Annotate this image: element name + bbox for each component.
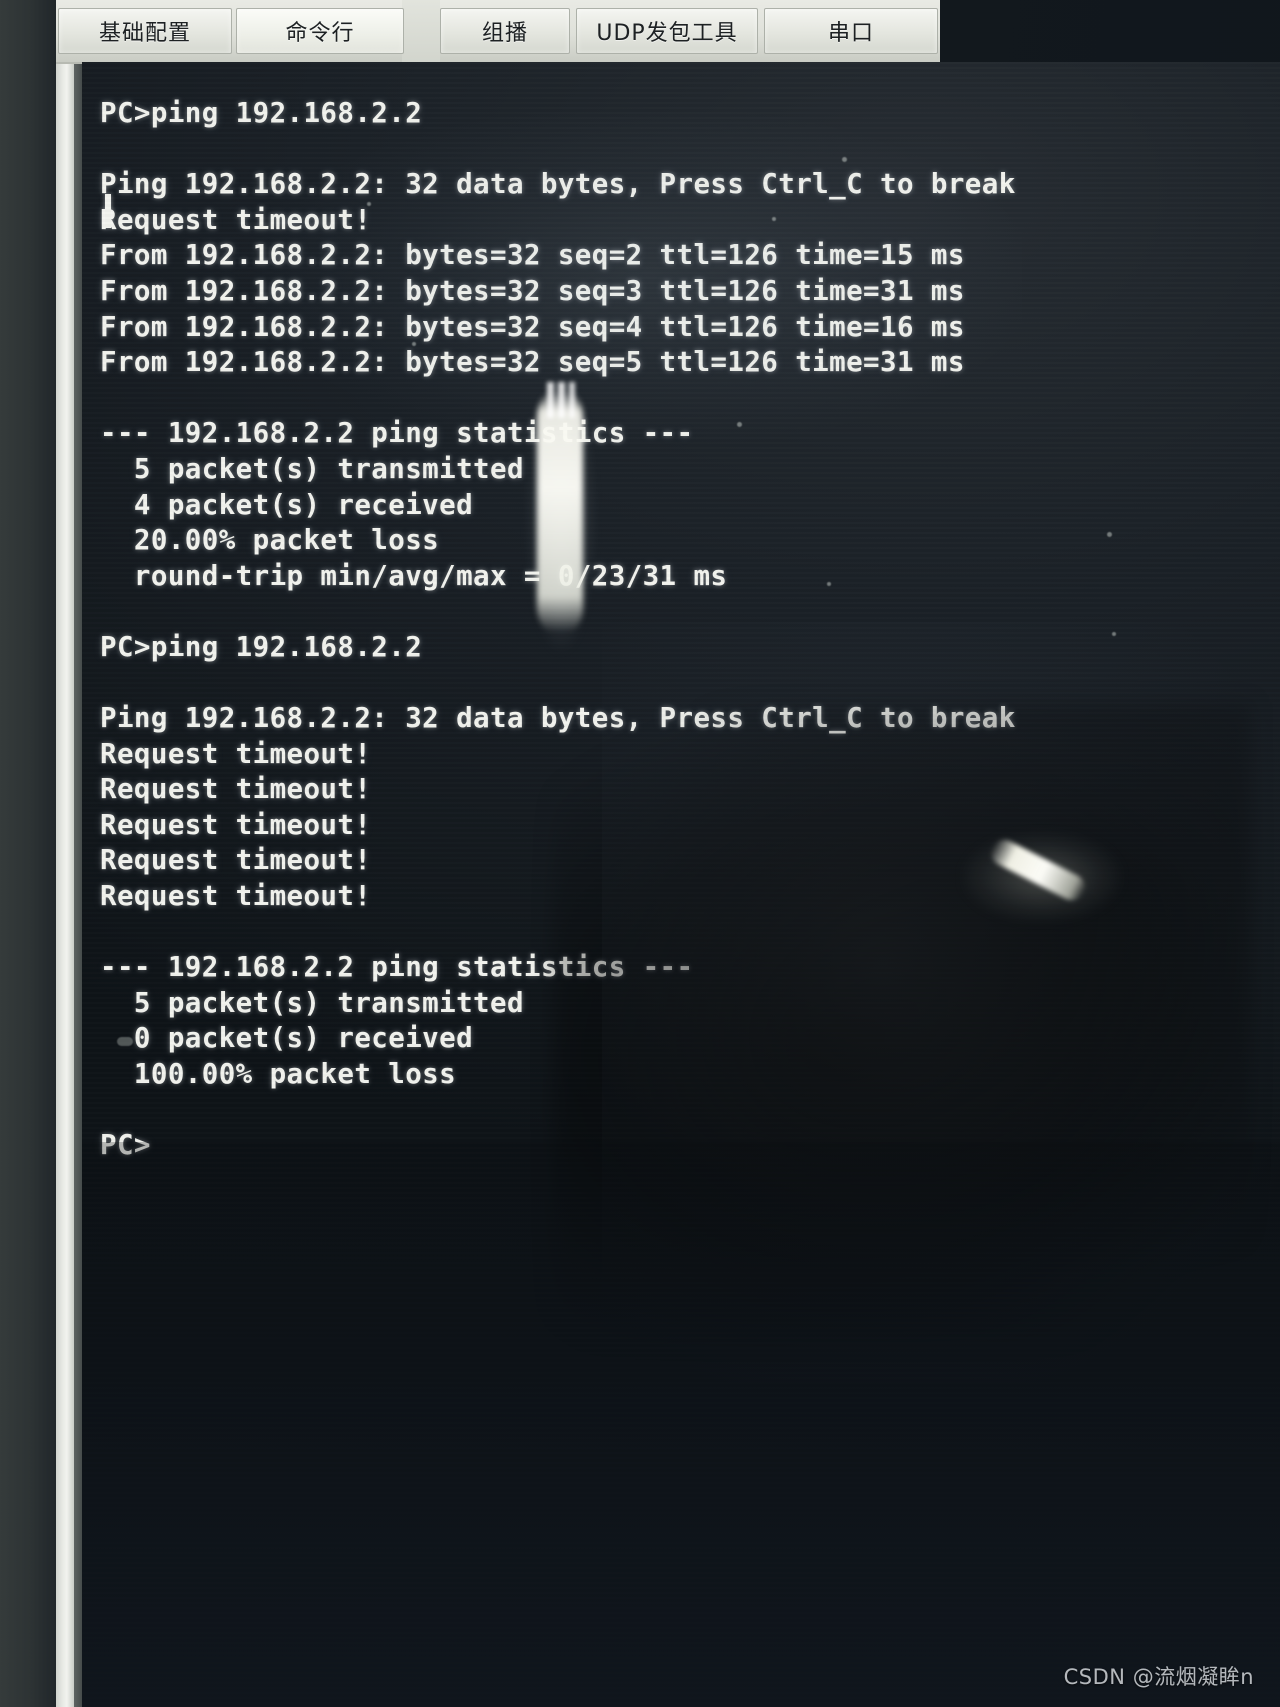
- terminal-line: 5 packet(s) transmitted: [100, 986, 524, 1019]
- terminal-line: Request timeout!: [100, 773, 372, 806]
- monitor-bezel-left: [0, 0, 56, 1707]
- tab-label: UDP发包工具: [596, 21, 738, 46]
- window-frame-edge: [56, 0, 74, 1707]
- tab-udp-tool[interactable]: UDP发包工具: [576, 8, 758, 54]
- terminal-line: Request timeout!: [100, 737, 372, 770]
- terminal-line: Request timeout!: [100, 844, 372, 877]
- terminal-line: 5 packet(s) transmitted: [100, 452, 524, 485]
- tab-multicast[interactable]: 组播: [440, 8, 570, 54]
- window-frame-shadow: [74, 0, 82, 1707]
- terminal-line: Request timeout!: [100, 808, 372, 841]
- terminal-line: 20.00% packet loss: [100, 524, 440, 557]
- terminal-console[interactable]: PC>ping 192.168.2.2 Ping 192.168.2.2: 32…: [82, 62, 1280, 1707]
- terminal-line: round-trip min/avg/max = 0/23/31 ms: [100, 559, 728, 592]
- terminal-line: From 192.168.2.2: bytes=32 seq=5 ttl=126…: [100, 346, 965, 379]
- tab-gap: [402, 0, 440, 62]
- terminal-line: Ping 192.168.2.2: 32 data bytes, Press C…: [100, 168, 1016, 201]
- tab-command-line[interactable]: 命令行: [236, 8, 404, 54]
- terminal-line: PC>ping 192.168.2.2: [100, 97, 423, 129]
- terminal-line: From 192.168.2.2: bytes=32 seq=4 ttl=126…: [100, 310, 965, 343]
- tab-label: 串口: [827, 21, 874, 46]
- tab-label: 命令行: [285, 21, 355, 46]
- terminal-line: Ping 192.168.2.2: 32 data bytes, Press C…: [100, 702, 1016, 735]
- tab-bar: 基础配置 命令行 组播 UDP发包工具 串口: [56, 0, 940, 64]
- tab-label: 组播: [481, 21, 528, 46]
- screenshot-root: 基础配置 命令行 组播 UDP发包工具 串口 PC>ping 192.168.2…: [0, 0, 1280, 1707]
- terminal-line: Request timeout!: [100, 880, 372, 913]
- text-cursor: [105, 194, 111, 228]
- csdn-watermark: CSDN @流烟凝眸n: [1063, 1665, 1254, 1689]
- screen-lower-shadow: [82, 1142, 1280, 1707]
- terminal-line: 0 packet(s) received: [100, 1022, 474, 1055]
- terminal-line: 100.00% packet loss: [100, 1058, 457, 1091]
- tab-serial-port[interactable]: 串口: [764, 8, 938, 54]
- terminal-line: From 192.168.2.2: bytes=32 seq=3 ttl=126…: [100, 274, 965, 307]
- terminal-line: Request timeout!: [100, 203, 372, 236]
- terminal-line: From 192.168.2.2: bytes=32 seq=2 ttl=126…: [100, 239, 965, 272]
- terminal-line: 4 packet(s) received: [100, 488, 474, 521]
- terminal-output: PC>ping 192.168.2.2 Ping 192.168.2.2: 32…: [82, 62, 1280, 1164]
- tab-basic-config[interactable]: 基础配置: [58, 8, 232, 54]
- terminal-line: --- 192.168.2.2 ping statistics ---: [100, 951, 694, 984]
- terminal-line: PC>: [100, 1129, 151, 1162]
- terminal-line: --- 192.168.2.2 ping statistics ---: [100, 417, 694, 450]
- terminal-line: PC>ping 192.168.2.2: [100, 630, 423, 663]
- tab-label: 基础配置: [98, 21, 191, 46]
